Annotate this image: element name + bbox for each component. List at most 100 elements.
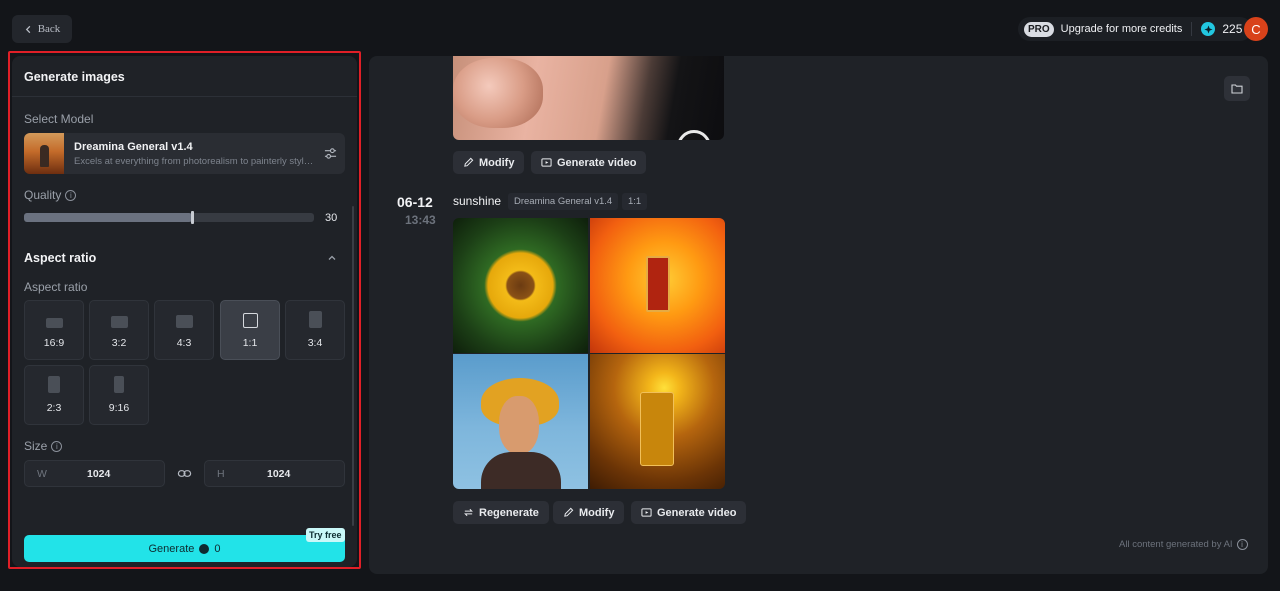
generate-video-label: Generate video xyxy=(557,156,637,169)
image-detail xyxy=(677,130,711,140)
ratio-label: 2:3 xyxy=(46,402,62,414)
result-image-perfume-gold[interactable] xyxy=(590,354,725,489)
ratio-1-1-icon xyxy=(242,313,258,328)
entry-date: 06-12 xyxy=(397,194,433,210)
modify-button[interactable]: Modify xyxy=(553,501,625,524)
model-description: Excels at everything from photorealism t… xyxy=(74,155,314,167)
result-image-perfume-orange[interactable] xyxy=(590,218,725,353)
ratio-option-3-2[interactable]: 3:2 xyxy=(89,300,149,360)
modify-button[interactable]: Modify xyxy=(453,151,525,174)
video-icon xyxy=(541,158,552,167)
ratio-label: 3:2 xyxy=(111,337,127,349)
generate-button[interactable]: Generate 0 xyxy=(24,535,345,562)
folder-icon xyxy=(1231,84,1243,94)
slider-handle[interactable] xyxy=(191,211,195,224)
generate-label: Generate xyxy=(148,542,195,555)
result-image-woman-hat[interactable] xyxy=(453,354,588,489)
image-detail xyxy=(481,452,561,489)
sliders-icon[interactable] xyxy=(324,147,337,160)
ratio-2-3-icon xyxy=(48,376,60,393)
back-button[interactable]: Back xyxy=(12,15,72,43)
link-icon[interactable] xyxy=(177,466,192,481)
pencil-icon xyxy=(464,157,474,167)
previous-result-image[interactable] xyxy=(453,56,724,140)
modify-label: Modify xyxy=(579,506,615,519)
info-icon[interactable]: i xyxy=(1236,539,1248,550)
width-prefix: W xyxy=(37,467,47,480)
panel-title: Generate images xyxy=(24,70,125,84)
ratio-option-1-1[interactable]: 1:1 xyxy=(220,300,280,360)
pencil-icon xyxy=(564,507,574,517)
height-value[interactable]: 1024 xyxy=(267,468,290,480)
top-bar: Back PRO Upgrade for more credits 225 C xyxy=(0,0,1280,56)
chevron-left-icon xyxy=(25,25,30,33)
quality-value: 30 xyxy=(325,212,338,224)
avatar[interactable]: C xyxy=(1244,17,1268,41)
ratio-label: 4:3 xyxy=(176,337,192,349)
image-detail xyxy=(453,58,543,128)
width-value[interactable]: 1024 xyxy=(87,468,110,480)
image-detail xyxy=(646,256,670,312)
entry-time: 13:43 xyxy=(405,213,436,227)
ratio-label: 9:16 xyxy=(108,402,130,414)
model-selector[interactable]: Dreamina General v1.4 Excels at everythi… xyxy=(24,133,345,174)
divider xyxy=(12,96,357,97)
ratio-label: 3:4 xyxy=(307,337,323,349)
size-label: Size xyxy=(24,439,48,453)
credit-count: 225 xyxy=(1222,22,1243,36)
select-model-label: Select Model xyxy=(24,112,94,126)
ratio-option-4-3[interactable]: 4:3 xyxy=(154,300,214,360)
model-name: Dreamina General v1.4 xyxy=(74,140,193,153)
ratio-option-16-9[interactable]: 16:9 xyxy=(24,300,84,360)
ai-disclaimer-text: All content generated by AI xyxy=(1119,539,1233,550)
info-icon[interactable]: i xyxy=(65,189,77,201)
ratio-16-9-icon xyxy=(45,318,63,328)
generate-cost: 0 xyxy=(214,542,221,555)
ratio-option-9-16[interactable]: 9:16 xyxy=(89,365,149,425)
credit-icon xyxy=(1201,22,1216,36)
regenerate-button[interactable]: Regenerate xyxy=(453,501,549,524)
results-panel: Modify Generate video 06-12 13:43 sunshi… xyxy=(369,56,1268,574)
credit-icon xyxy=(199,543,210,554)
ratio-label: 1:1 xyxy=(242,337,258,349)
ai-disclaimer: All content generated by AI i xyxy=(1119,539,1248,550)
quality-label: Quality xyxy=(24,188,62,202)
image-detail xyxy=(499,396,539,454)
ratio-3-4-icon xyxy=(308,311,322,328)
image-detail xyxy=(640,392,674,466)
divider xyxy=(1191,22,1193,36)
folder-button[interactable] xyxy=(1224,76,1250,101)
quality-slider[interactable] xyxy=(24,211,314,224)
aspect-ratio-section-title[interactable]: Aspect ratio xyxy=(24,251,96,265)
refresh-icon xyxy=(464,508,473,517)
back-label: Back xyxy=(37,23,61,35)
ratio-option-3-4[interactable]: 3:4 xyxy=(285,300,345,360)
chevron-up-icon[interactable] xyxy=(327,253,337,263)
width-field[interactable]: W 1024 xyxy=(24,460,165,487)
pro-badge: PRO xyxy=(1024,21,1054,37)
size-label-row: Size i xyxy=(24,439,63,453)
generate-video-button[interactable]: Generate video xyxy=(631,501,747,524)
upgrade-label: Upgrade for more credits xyxy=(1060,23,1183,35)
height-field[interactable]: H 1024 xyxy=(204,460,345,487)
slider-fill xyxy=(24,213,193,222)
ratio-label: 16:9 xyxy=(43,337,65,349)
quality-label-row: Quality i xyxy=(24,188,77,202)
info-icon[interactable]: i xyxy=(51,440,63,452)
result-image-sunflower[interactable] xyxy=(453,218,588,353)
ratio-3-2-icon xyxy=(110,316,128,328)
generate-images-panel: Generate images Select Model Dreamina Ge… xyxy=(12,56,357,567)
generate-video-button[interactable]: Generate video xyxy=(531,151,647,174)
ratio-9-16-icon xyxy=(114,376,124,393)
ratio-option-2-3[interactable]: 2:3 xyxy=(24,365,84,425)
model-thumbnail xyxy=(24,133,64,174)
aspect-ratio-label: Aspect ratio xyxy=(24,280,88,294)
height-prefix: H xyxy=(217,467,225,480)
ratio-tag: 1:1 xyxy=(622,193,648,210)
entry-prompt: sunshine xyxy=(453,194,502,208)
regenerate-label: Regenerate xyxy=(479,506,539,519)
upgrade-credits-button[interactable]: PRO Upgrade for more credits 225 xyxy=(1018,17,1253,41)
video-icon xyxy=(641,508,652,517)
panel-scrollbar[interactable] xyxy=(352,206,354,526)
modify-label: Modify xyxy=(479,156,515,169)
